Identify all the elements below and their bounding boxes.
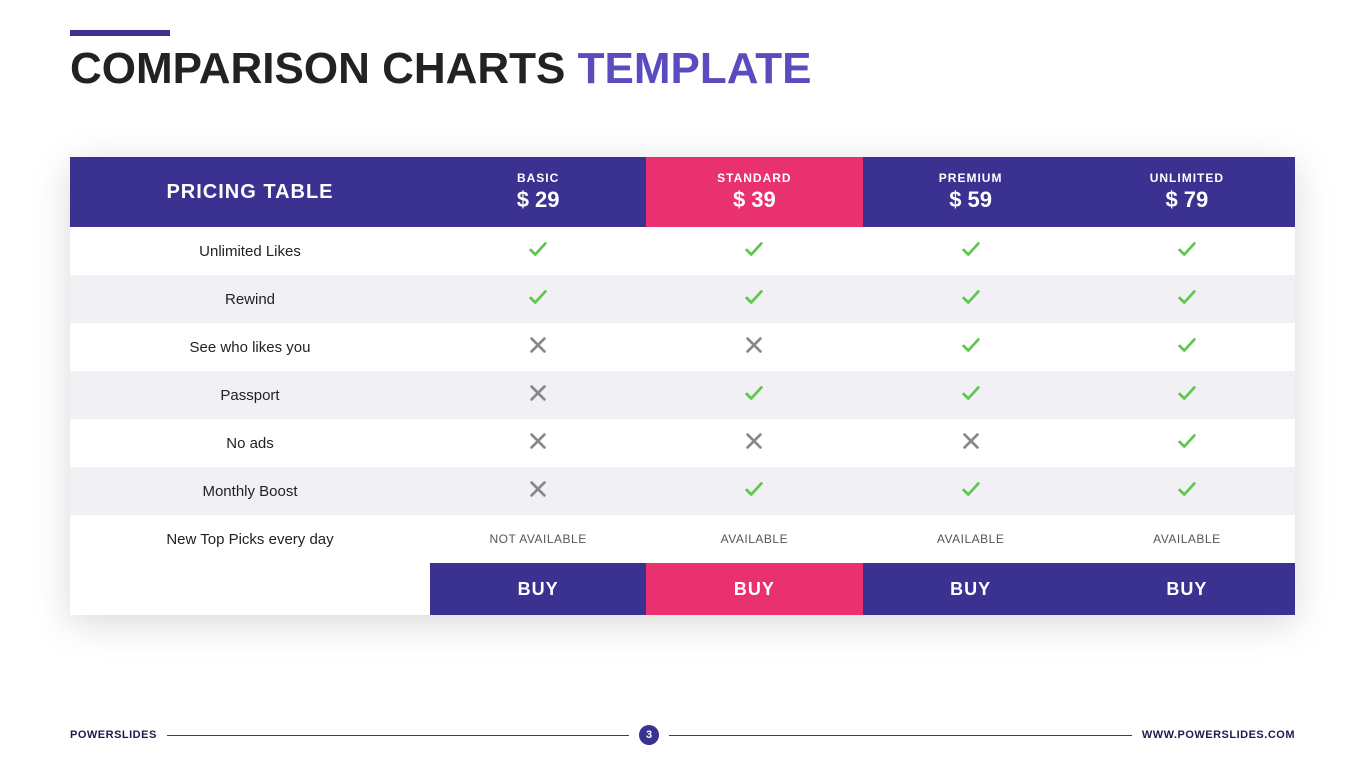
cross-icon <box>527 478 549 504</box>
feature-label: See who likes you <box>70 323 430 371</box>
feature-cell <box>1079 275 1295 323</box>
plan-name: UNLIMITED <box>1150 171 1224 185</box>
spacer <box>863 615 1079 643</box>
slide-footer: POWERSLIDES 3 WWW.POWERSLIDES.COM <box>70 725 1295 745</box>
footer-line-left <box>167 735 630 736</box>
cross-icon <box>527 430 549 456</box>
feature-cell <box>1079 467 1295 515</box>
footer-url: WWW.POWERSLIDES.COM <box>1142 729 1295 741</box>
buy-button-unlimited[interactable]: BUY <box>1079 563 1295 615</box>
feature-cell <box>646 419 862 467</box>
check-icon <box>1176 478 1198 504</box>
cross-icon <box>743 334 765 360</box>
feature-label: Passport <box>70 371 430 419</box>
buy-button-basic[interactable]: BUY <box>430 563 646 615</box>
check-icon <box>1176 382 1198 408</box>
brand: POWERSLIDES <box>70 729 157 741</box>
title-rule <box>70 30 170 36</box>
check-icon <box>527 238 549 264</box>
check-icon <box>1176 334 1198 360</box>
feature-cell <box>863 323 1079 371</box>
spacer <box>863 129 1079 157</box>
feature-cell <box>1079 323 1295 371</box>
check-icon <box>1176 238 1198 264</box>
feature-cell <box>430 419 646 467</box>
plan-price: $ 39 <box>733 187 776 213</box>
feature-cell <box>1079 371 1295 419</box>
feature-cell <box>430 467 646 515</box>
feature-cell <box>646 467 862 515</box>
feature-cell <box>863 419 1079 467</box>
plan-name: PREMIUM <box>939 171 1003 185</box>
feature-cell <box>646 227 862 275</box>
title-part1: COMPARISON CHARTS <box>70 44 578 93</box>
plan-header-premium: PREMIUM $ 59 <box>863 157 1079 227</box>
plan-price: $ 59 <box>949 187 992 213</box>
feature-cell <box>1079 419 1295 467</box>
spacer <box>430 129 646 157</box>
check-icon <box>743 238 765 264</box>
check-icon <box>743 382 765 408</box>
header-label: PRICING TABLE <box>70 157 430 227</box>
plan-price: $ 29 <box>517 187 560 213</box>
check-icon <box>960 238 982 264</box>
spacer <box>1079 615 1295 643</box>
feature-cell <box>646 275 862 323</box>
plan-header-standard: STANDARD $ 39 <box>646 157 862 227</box>
spacer <box>70 615 430 643</box>
check-icon <box>1176 286 1198 312</box>
check-icon <box>743 478 765 504</box>
feature-cell <box>430 227 646 275</box>
feature-label: Rewind <box>70 275 430 323</box>
cross-icon <box>527 334 549 360</box>
feature-cell: AVAILABLE <box>1079 515 1295 563</box>
buy-button-standard[interactable]: BUY <box>646 563 862 615</box>
featured-overshoot-top <box>646 129 862 157</box>
spacer <box>1079 129 1295 157</box>
feature-cell: AVAILABLE <box>863 515 1079 563</box>
check-icon <box>743 286 765 312</box>
plan-header-basic: BASIC $ 29 <box>430 157 646 227</box>
featured-overshoot-bottom <box>646 615 862 643</box>
buy-button-premium[interactable]: BUY <box>863 563 1079 615</box>
plan-header-unlimited: UNLIMITED $ 79 <box>1079 157 1295 227</box>
feature-cell <box>646 371 862 419</box>
plan-name: BASIC <box>517 171 559 185</box>
page-title: COMPARISON CHARTS TEMPLATE <box>70 44 1295 94</box>
feature-cell: NOT AVAILABLE <box>430 515 646 563</box>
feature-cell <box>863 275 1079 323</box>
page-number: 3 <box>639 725 659 745</box>
cross-icon <box>743 430 765 456</box>
feature-cell <box>646 323 862 371</box>
feature-label: Monthly Boost <box>70 467 430 515</box>
pricing-table: PRICING TABLE BASIC $ 29 STANDARD $ 39 PREMIU… <box>70 129 1295 643</box>
feature-cell: AVAILABLE <box>646 515 862 563</box>
feature-cell <box>863 467 1079 515</box>
check-icon <box>960 286 982 312</box>
slide: COMPARISON CHARTS TEMPLATE PRICING TABLE… <box>0 0 1365 767</box>
feature-cell <box>430 371 646 419</box>
spacer <box>70 129 430 157</box>
plan-name: STANDARD <box>717 171 791 185</box>
cross-icon <box>527 382 549 408</box>
feature-label: No ads <box>70 419 430 467</box>
feature-label: Unlimited Likes <box>70 227 430 275</box>
feature-cell <box>863 371 1079 419</box>
feature-cell <box>1079 227 1295 275</box>
feature-label: New Top Picks every day <box>70 515 430 563</box>
check-icon <box>1176 430 1198 456</box>
plan-price: $ 79 <box>1165 187 1208 213</box>
feature-cell <box>430 323 646 371</box>
check-icon <box>527 286 549 312</box>
footer-line-right <box>669 735 1132 736</box>
feature-cell <box>863 227 1079 275</box>
check-icon <box>960 334 982 360</box>
spacer <box>430 615 646 643</box>
check-icon <box>960 478 982 504</box>
cross-icon <box>960 430 982 456</box>
title-part2: TEMPLATE <box>578 44 812 93</box>
spacer <box>70 563 430 615</box>
feature-cell <box>430 275 646 323</box>
check-icon <box>960 382 982 408</box>
